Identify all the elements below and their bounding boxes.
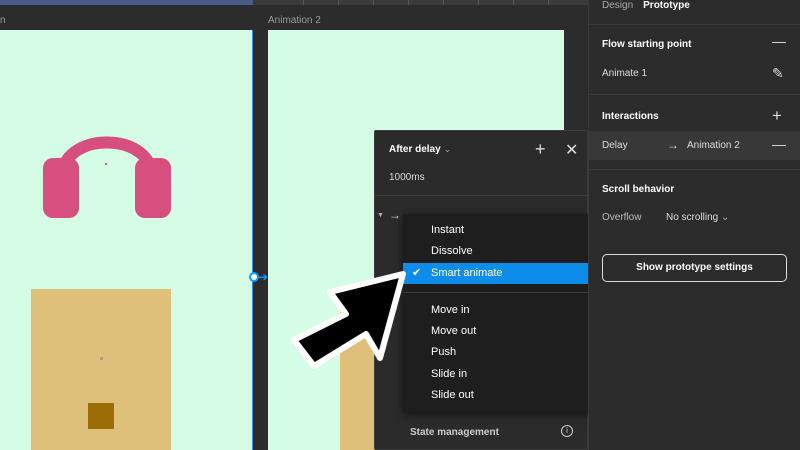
properties-panel: Design Prototype Flow starting point — An… [588,0,800,450]
menu-item-label: Move out [431,325,477,337]
box-inner-square[interactable] [88,403,114,429]
flow-section: Flow starting point — Animate 1 ✎ [589,24,800,94]
info-icon[interactable]: i [561,425,573,437]
menu-item-slide-in[interactable]: Slide in [403,364,602,385]
connection-arrow-icon: ➔ [258,270,269,284]
state-management-label: State management [410,427,499,438]
show-prototype-settings-button[interactable]: Show prototype settings [602,254,787,282]
arrow-right-icon: → [389,208,401,222]
interaction-trigger: Delay [602,140,628,151]
arrow-right-icon: → [667,138,679,152]
headphones-icon[interactable] [40,110,174,220]
menu-item-slide-out[interactable]: Slide out [403,385,602,406]
menu-item-instant[interactable]: Instant [403,220,602,241]
menu-item-label: Slide out [431,389,474,401]
frame2-label[interactable]: Animation 2 [268,15,321,26]
delay-value-input[interactable]: 1000ms [389,172,425,183]
frame1-label[interactable]: n [0,15,6,26]
overflow-value: No scrolling [666,212,719,223]
plus-icon[interactable]: + [535,139,546,160]
menu-item-smart-animate[interactable]: ✔ Smart animate [403,263,602,284]
interaction-target: Animation 2 [687,140,740,151]
check-icon: ✔ [412,267,422,279]
menu-item-label: Slide in [431,368,468,380]
top-ruler [0,0,588,5]
ruler-tick [513,0,514,5]
ruler-tick [443,0,444,5]
ruler-tick [373,0,374,5]
menu-item-move-out[interactable]: Move out [403,321,602,342]
chevron-down-icon: ⌄ [721,212,730,223]
flow-name[interactable]: Animate 1 [602,68,647,79]
scroll-title: Scroll behavior [602,184,675,195]
menu-separator [403,292,602,293]
menu-item-label: Instant [431,224,465,236]
menu-item-dissolve[interactable]: Dissolve [403,241,602,262]
ruler-tick [338,0,339,5]
ruler-tick [478,0,479,5]
ruler-tick [408,0,409,5]
box-shape[interactable] [31,289,171,450]
ruler-tick [303,0,304,5]
trigger-label: After delay [389,144,441,155]
menu-item-label: Smart animate [431,267,503,279]
menu-item-label: Push [431,346,457,358]
box-center-point [100,357,103,360]
menu-item-label: Move in [431,304,470,316]
caret-down-icon[interactable]: ▼ [377,212,384,219]
minus-icon[interactable]: — [772,33,786,49]
trigger-select[interactable]: After delay ⌄ [389,144,451,155]
menu-item-move-in[interactable]: Move in [403,300,602,321]
menu-item-label: Dissolve [431,245,473,257]
tab-prototype[interactable]: Prototype [643,0,690,11]
minus-icon[interactable]: — [772,136,786,152]
ruler-tick [548,0,549,5]
animation-type-menu: Instant Dissolve ✔ Smart animate Move in … [403,214,602,413]
frame-animate-1[interactable] [0,30,253,450]
pointer-cursor-icon [291,271,406,369]
interaction-row[interactable]: Delay → Animation 2 — [589,131,800,160]
overflow-label: Overflow [602,212,642,223]
plus-icon[interactable]: + [772,106,782,126]
tab-design[interactable]: Design [602,0,633,11]
flow-title: Flow starting point [602,39,692,50]
divider [375,195,587,196]
chevron-down-icon: ⌄ [443,144,452,154]
edit-icon[interactable]: ✎ [772,65,784,82]
overflow-select[interactable]: No scrolling ⌄ [666,212,729,223]
menu-item-push[interactable]: Push [403,342,602,363]
close-icon[interactable]: ✕ [565,140,578,160]
panel-tabs: Design Prototype [602,0,700,11]
ruler-selection [0,0,253,5]
interactions-title: Interactions [602,111,659,122]
